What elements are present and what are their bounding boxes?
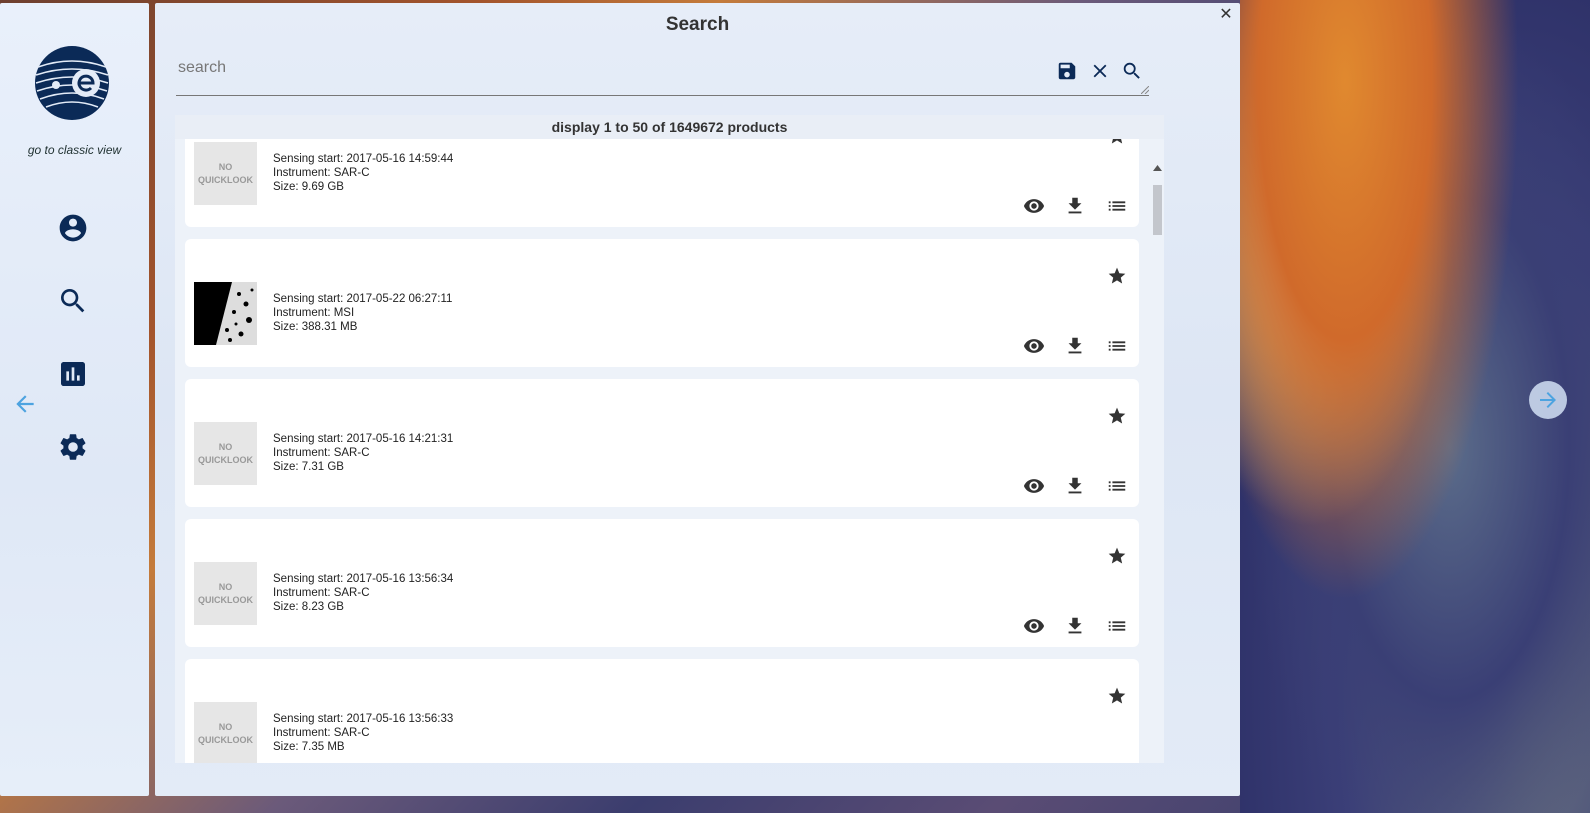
star-icon[interactable] <box>1107 546 1127 566</box>
instrument: Instrument: SAR-C <box>273 167 370 179</box>
product-card[interactable]: NO QUICKLOOK Sensing start: 2017-05-16 1… <box>185 379 1139 507</box>
resize-grip-icon[interactable] <box>1141 86 1149 94</box>
star-icon[interactable] <box>1107 139 1127 146</box>
size: Size: 7.31 GB <box>273 461 344 473</box>
results-scrollbar[interactable] <box>1150 163 1164 763</box>
list-icon[interactable] <box>1106 475 1128 497</box>
star-icon[interactable] <box>1107 266 1127 286</box>
search-icon[interactable] <box>57 285 89 317</box>
clear-icon[interactable] <box>1089 60 1111 82</box>
sensing-start: Sensing start: 2017-05-22 06:27:11 <box>273 293 453 305</box>
product-card[interactable]: Sensing start: 2017-05-22 06:27:11 Instr… <box>185 239 1139 367</box>
no-quicklook-thumbnail: NO QUICKLOOK <box>194 702 257 763</box>
arrow-left-icon[interactable] <box>12 391 38 417</box>
size: Size: 388.31 MB <box>273 321 358 333</box>
next-panel-button[interactable] <box>1529 381 1567 419</box>
list-icon[interactable] <box>1106 195 1128 217</box>
download-icon[interactable] <box>1064 195 1086 217</box>
product-meta: Sensing start: 2017-05-16 14:59:44 Instr… <box>273 152 453 194</box>
account-icon[interactable] <box>57 212 89 244</box>
search-panel: Search ✕ display 1 to 50 of 1649672 prod… <box>155 3 1240 796</box>
product-meta: Sensing start: 2017-05-16 14:21:31 Instr… <box>273 432 453 474</box>
results-list[interactable]: NO QUICKLOOK Sensing start: 2017-05-16 1… <box>175 139 1164 763</box>
classic-view-link[interactable]: go to classic view <box>0 143 149 157</box>
sensing-start: Sensing start: 2017-05-16 14:59:44 <box>273 153 454 165</box>
save-icon[interactable] <box>1056 60 1078 82</box>
search-input[interactable] <box>176 53 1040 83</box>
arrow-right-icon <box>1540 392 1556 408</box>
instrument: Instrument: SAR-C <box>273 727 370 739</box>
product-meta: Sensing start: 2017-05-16 13:56:34 Instr… <box>273 572 453 614</box>
sensing-start: Sensing start: 2017-05-16 14:21:31 <box>273 433 454 445</box>
sensing-start: Sensing start: 2017-05-16 13:56:34 <box>273 573 454 585</box>
quicklook-thumbnail <box>194 282 257 345</box>
download-icon[interactable] <box>1064 475 1086 497</box>
product-card[interactable]: NO QUICKLOOK Sensing start: 2017-05-16 1… <box>185 139 1139 227</box>
settings-icon[interactable] <box>57 431 89 463</box>
scrollbar-thumb[interactable] <box>1153 185 1162 235</box>
product-meta: Sensing start: 2017-05-22 06:27:11 Instr… <box>273 292 452 334</box>
download-icon[interactable] <box>1064 615 1086 637</box>
search-submit-icon[interactable] <box>1121 60 1143 82</box>
product-card[interactable]: NO QUICKLOOK Sensing start: 2017-05-16 1… <box>185 659 1139 763</box>
results-count: display 1 to 50 of 1649672 products <box>175 115 1164 139</box>
no-quicklook-thumbnail: NO QUICKLOOK <box>194 422 257 485</box>
eye-icon[interactable] <box>1023 335 1045 357</box>
results-panel: display 1 to 50 of 1649672 products NO Q… <box>175 115 1164 763</box>
panel-title: Search <box>665 14 730 35</box>
list-icon[interactable] <box>1106 335 1128 357</box>
star-icon[interactable] <box>1107 686 1127 706</box>
eye-icon[interactable] <box>1023 615 1045 637</box>
no-quicklook-thumbnail: NO QUICKLOOK <box>194 562 257 625</box>
scroll-up-icon[interactable] <box>1153 165 1162 171</box>
no-quicklook-thumbnail: NO QUICKLOOK <box>194 142 257 205</box>
close-icon[interactable]: ✕ <box>1218 7 1234 23</box>
chart-icon[interactable] <box>57 358 89 390</box>
product-meta: Sensing start: 2017-05-16 13:56:33 Instr… <box>273 712 453 754</box>
quicklook-image <box>194 282 257 345</box>
download-icon[interactable] <box>1064 335 1086 357</box>
size: Size: 9.69 GB <box>273 181 344 193</box>
eye-icon[interactable] <box>1023 195 1045 217</box>
instrument: Instrument: SAR-C <box>273 587 370 599</box>
star-icon[interactable] <box>1107 406 1127 426</box>
size: Size: 7.35 MB <box>273 741 345 753</box>
search-bar <box>176 47 1149 96</box>
eye-icon[interactable] <box>1023 475 1045 497</box>
esa-logo <box>35 46 109 120</box>
sidebar: go to classic view <box>0 3 149 796</box>
instrument: Instrument: MSI <box>273 307 355 319</box>
sensing-start: Sensing start: 2017-05-16 13:56:33 <box>273 713 454 725</box>
size: Size: 8.23 GB <box>273 601 344 613</box>
product-card[interactable]: NO QUICKLOOK Sensing start: 2017-05-16 1… <box>185 519 1139 647</box>
instrument: Instrument: SAR-C <box>273 447 370 459</box>
list-icon[interactable] <box>1106 615 1128 637</box>
